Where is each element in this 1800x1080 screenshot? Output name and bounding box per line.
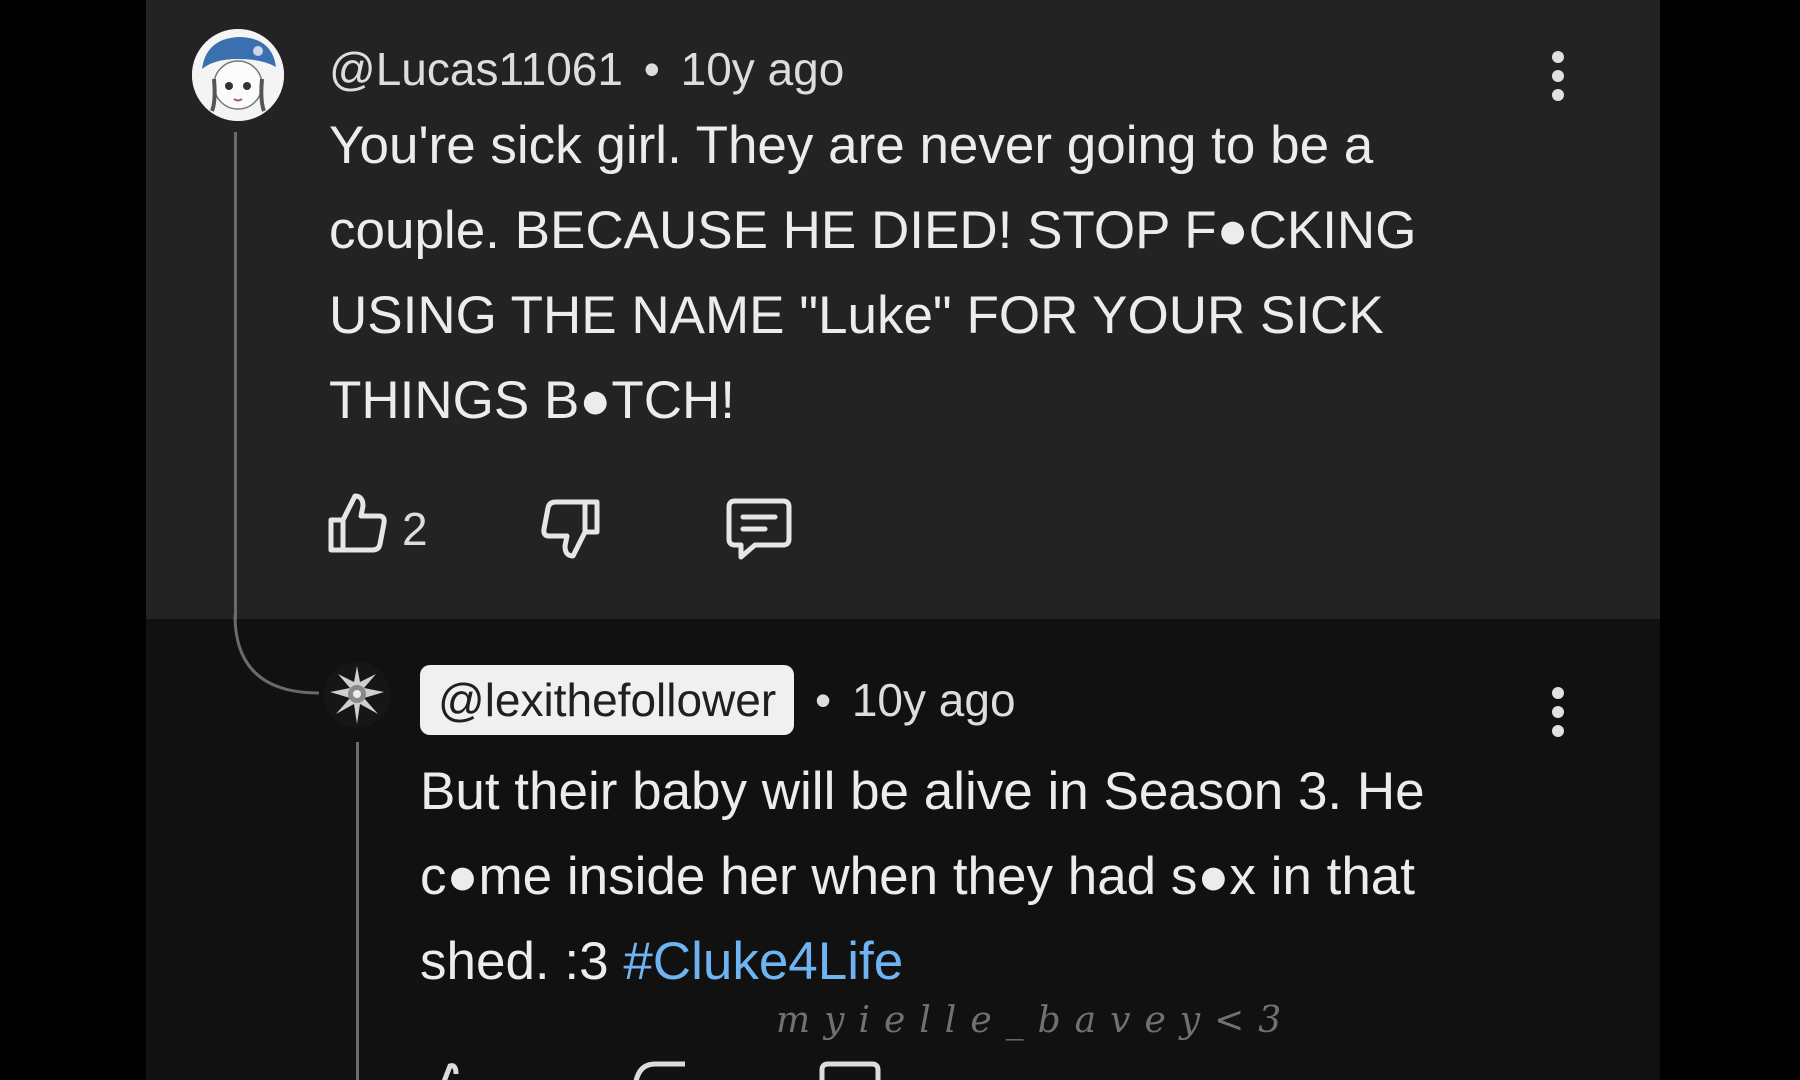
- thread-connector-curve: [233, 615, 320, 695]
- comment-line: couple. BECAUSE HE DIED! STOP F●CKING: [329, 201, 1417, 260]
- comment-handle[interactable]: @Lucas11061: [329, 43, 623, 95]
- thumbs-up-icon[interactable]: [325, 490, 389, 556]
- reply-meta: @lexithefollower • 10y ago: [420, 665, 1016, 735]
- comments-panel: @Lucas11061 • 10y ago You're sick girl. …: [146, 0, 1660, 1080]
- watermark: myielle_bavey<3: [776, 1000, 1296, 1041]
- meta-separator: •: [643, 43, 660, 95]
- avatar[interactable]: [192, 29, 284, 121]
- comment-time[interactable]: 10y ago: [681, 43, 845, 95]
- meta-separator: •: [814, 674, 832, 726]
- reply-line-text: shed. :3: [420, 932, 609, 991]
- thread-connector: [234, 132, 237, 620]
- comment-line: USING THE NAME "Luke" FOR YOUR SICK: [329, 286, 1384, 345]
- comment-card: @Lucas11061 • 10y ago You're sick girl. …: [146, 0, 1660, 619]
- comment-line: THINGS B●TCH!: [329, 371, 735, 430]
- reply-line-last: shed. :3 #Cluke4Life: [420, 919, 903, 1004]
- avatar[interactable]: [324, 662, 390, 728]
- comment-line: You're sick girl. They are never going t…: [329, 116, 1374, 175]
- reply-handle[interactable]: @lexithefollower: [420, 665, 795, 735]
- reply-line: c●me inside her when they had s●x in tha…: [420, 847, 1415, 906]
- more-vert-icon[interactable]: [1548, 50, 1568, 102]
- more-vert-icon[interactable]: [1548, 686, 1568, 738]
- reply-icon[interactable]: [818, 1058, 882, 1080]
- reply-time[interactable]: 10y ago: [852, 674, 1016, 726]
- hashtag-link[interactable]: #Cluke4Life: [623, 932, 903, 991]
- thumbs-down-icon[interactable]: [539, 496, 603, 562]
- comment-meta: @Lucas11061 • 10y ago: [329, 42, 844, 96]
- thumbs-up-icon[interactable]: [426, 1052, 482, 1080]
- reply-line: But their baby will be alive in Season 3…: [420, 762, 1425, 821]
- reply-thread-line: [356, 742, 359, 1080]
- reply-icon[interactable]: [725, 497, 793, 561]
- like-count: 2: [402, 503, 428, 555]
- thumbs-down-icon[interactable]: [631, 1058, 691, 1080]
